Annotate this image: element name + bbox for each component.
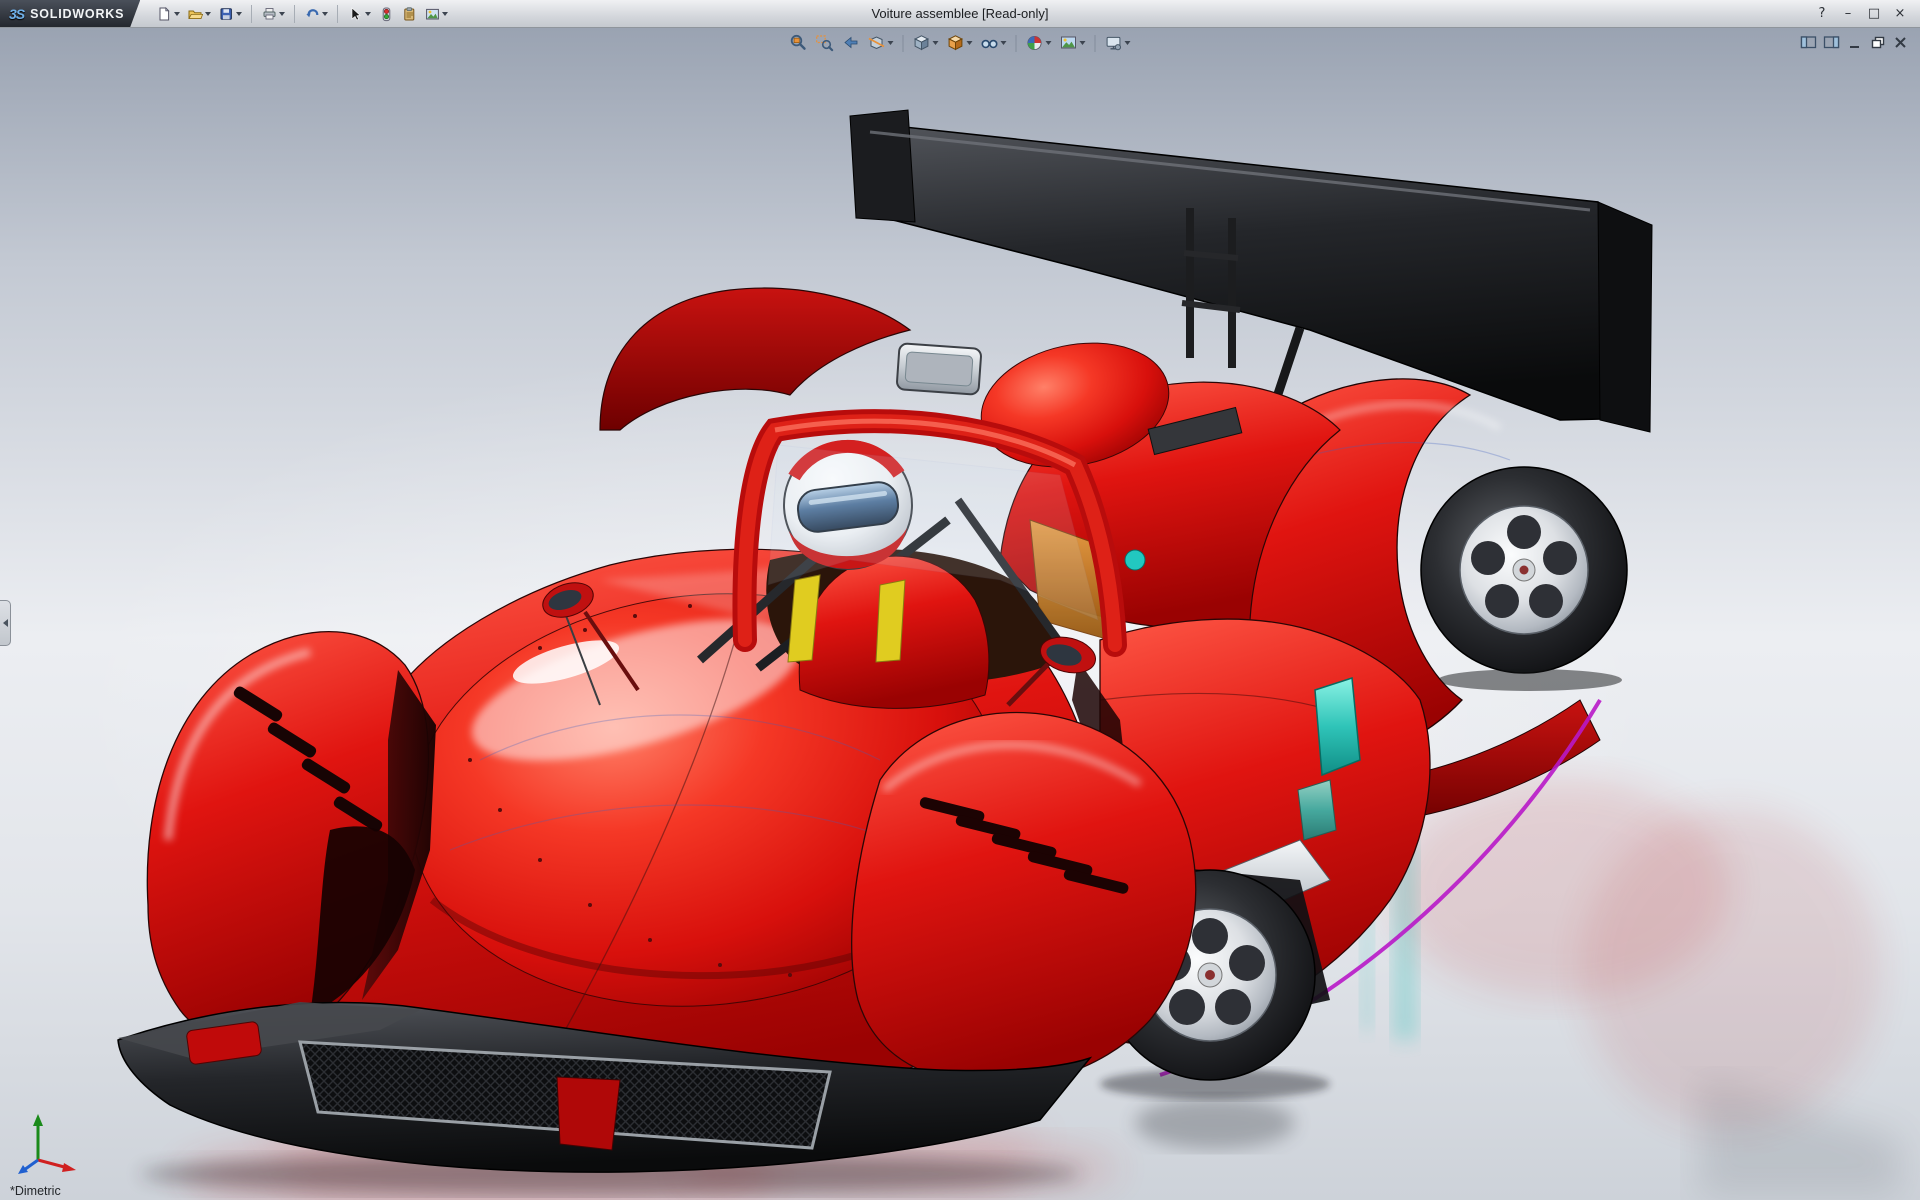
central-mirror[interactable]	[896, 342, 982, 396]
dropdown-caret-icon	[205, 11, 212, 16]
appearance-ball-icon	[1027, 35, 1042, 51]
document-window-controls	[1798, 34, 1910, 51]
dropdown-caret-icon	[442, 11, 449, 16]
dropdown-caret-icon	[1045, 41, 1052, 45]
close-button[interactable]: ×	[1888, 4, 1912, 24]
view-orientation-cube-icon	[913, 35, 930, 51]
open-button[interactable]	[185, 4, 213, 24]
z-axis	[23, 1158, 39, 1172]
dropdown-caret-icon	[966, 41, 973, 45]
rear-wheel[interactable]	[1420, 466, 1628, 674]
toolbar-separator	[294, 4, 296, 23]
dropdown-caret-icon	[1000, 41, 1007, 45]
side-window-lower[interactable]	[1297, 779, 1337, 841]
3d-viewport-canvas[interactable]	[0, 28, 1920, 1200]
section-view-button[interactable]	[865, 33, 897, 53]
rebuild-button[interactable]	[376, 4, 396, 24]
save-floppy-icon	[220, 7, 233, 20]
new-document-button[interactable]	[154, 4, 182, 24]
dropdown-caret-icon	[887, 41, 894, 45]
solidworks-logo-text: SOLIDWORKS	[30, 6, 125, 21]
toolbar-separator	[1094, 34, 1096, 52]
print-icon	[263, 7, 276, 19]
dropdown-caret-icon	[1079, 41, 1086, 45]
dropdown-caret-icon	[1124, 41, 1131, 45]
new-document-icon	[159, 6, 170, 20]
dropdown-caret-icon	[365, 11, 372, 16]
options-button[interactable]	[422, 4, 450, 24]
open-folder-icon	[188, 10, 204, 19]
doc-restore-button[interactable]	[1867, 34, 1887, 51]
orientation-label: *Dimetric	[10, 1184, 61, 1198]
select-button[interactable]	[345, 4, 373, 24]
feature-pane-collapse-tab[interactable]	[0, 600, 11, 646]
chevron-left-icon	[2, 619, 8, 627]
apply-scene-button[interactable]	[1057, 33, 1089, 53]
previous-view-icon	[844, 36, 858, 49]
car-model[interactable]	[117, 109, 1653, 1173]
zoom-to-area-icon	[816, 35, 834, 52]
solidworks-logo: 3S SOLIDWORKS	[0, 0, 140, 27]
harness-strap	[875, 579, 906, 663]
hide-show-items-button[interactable]	[978, 33, 1010, 53]
dropdown-caret-icon	[236, 11, 243, 16]
minimize-icon	[1849, 46, 1859, 48]
scene-photo-icon	[1061, 36, 1076, 49]
toolbar-separator	[337, 4, 339, 23]
zoom-to-fit-button[interactable]	[787, 33, 811, 53]
window-controls: ? – □ ×	[1810, 4, 1920, 24]
minimize-button[interactable]: –	[1836, 4, 1860, 24]
pane-right-icon	[1823, 36, 1839, 49]
section-view-icon	[868, 36, 885, 50]
eyeglasses-icon	[981, 39, 998, 49]
clipboard-icon	[404, 6, 415, 20]
toolbar-separator	[902, 34, 904, 52]
solidworks-window: 3S SOLIDWORKS Voiture assemblee [Read-on…	[0, 0, 1920, 1200]
file-properties-button[interactable]	[399, 4, 419, 24]
previous-view-button[interactable]	[839, 33, 863, 53]
view-settings-button[interactable]	[1102, 33, 1134, 53]
standard-toolbar	[140, 4, 450, 24]
display-style-icon	[947, 35, 964, 51]
options-image-icon	[426, 8, 440, 20]
title-bar: 3S SOLIDWORKS Voiture assemblee [Read-on…	[0, 0, 1920, 28]
doc-close-button[interactable]	[1890, 34, 1910, 51]
dropdown-caret-icon	[174, 11, 181, 16]
heads-up-view-toolbar	[787, 33, 1134, 53]
view-orientation-button[interactable]	[910, 33, 942, 53]
toolbar-separator	[251, 4, 253, 23]
dropdown-caret-icon	[279, 11, 286, 16]
undo-button[interactable]	[302, 4, 330, 24]
restore-icon	[1871, 36, 1884, 49]
side-window[interactable]	[1314, 676, 1361, 777]
pane-left-icon	[1800, 36, 1816, 49]
help-button[interactable]: ?	[1810, 4, 1834, 24]
save-button[interactable]	[216, 4, 244, 24]
close-icon	[1894, 37, 1906, 48]
dropdown-caret-icon	[322, 11, 329, 16]
select-cursor-icon	[351, 6, 361, 20]
display-style-button[interactable]	[944, 33, 976, 53]
print-button[interactable]	[259, 4, 287, 24]
zoom-to-area-button[interactable]	[813, 33, 837, 53]
maximize-button[interactable]: □	[1862, 4, 1886, 24]
3ds-logo-mark: 3S	[9, 5, 25, 22]
graphics-area[interactable]: *Dimetric	[0, 28, 1920, 1200]
dropdown-caret-icon	[932, 41, 939, 45]
toolbar-separator	[1015, 34, 1017, 52]
zoom-to-fit-icon	[790, 34, 806, 50]
doc-minimize-button[interactable]	[1844, 34, 1864, 51]
view-settings-icon	[1106, 36, 1121, 51]
edit-appearance-button[interactable]	[1023, 33, 1055, 53]
pane-right-button[interactable]	[1821, 34, 1841, 51]
document-title: Voiture assemblee [Read-only]	[871, 6, 1049, 21]
orientation-triad	[18, 1114, 76, 1174]
undo-arrow-icon	[306, 8, 319, 17]
pane-left-button[interactable]	[1798, 34, 1818, 51]
rebuild-stoplight-icon	[382, 7, 391, 21]
